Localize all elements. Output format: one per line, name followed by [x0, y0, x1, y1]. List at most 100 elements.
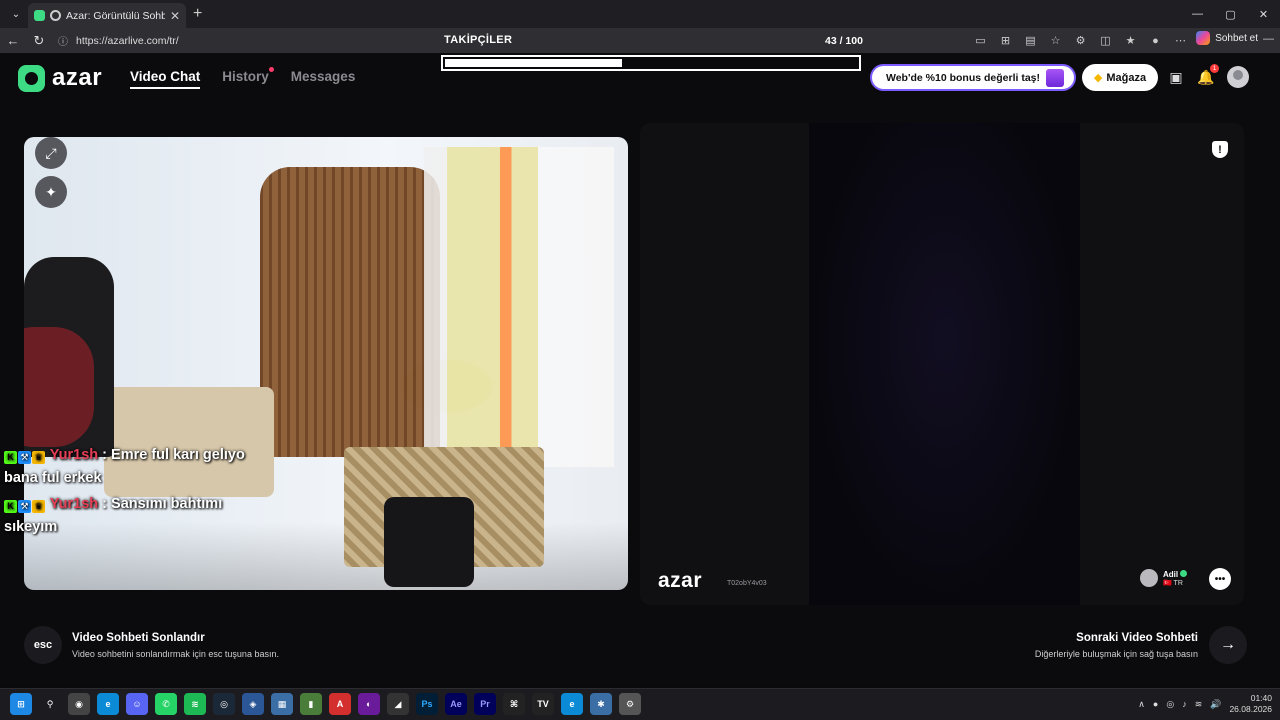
reading-view-icon[interactable]: ▤ — [1021, 31, 1040, 50]
whatsapp-icon[interactable]: ✆ — [155, 693, 177, 715]
edge-icon[interactable]: e — [97, 693, 119, 715]
network-app-icon[interactable]: ✱ — [590, 693, 612, 715]
tab-list-button[interactable]: ⌄ — [4, 4, 28, 24]
volume-icon[interactable]: 🔊 — [1210, 699, 1221, 710]
url-field[interactable]: ⓘ https://azarlive.com/tr/ — [50, 31, 430, 50]
gift-icon — [1046, 69, 1064, 87]
copilot-icon — [1196, 31, 1211, 45]
profile-icon[interactable]: ● — [1146, 31, 1165, 50]
tray-app-icon[interactable]: ● — [1153, 699, 1158, 709]
maximize-button[interactable]: ▢ — [1214, 0, 1247, 28]
more-options-icon[interactable]: ⋯ — [1171, 31, 1190, 50]
browser-tab-bar: ⌄ Azar: Görüntülü Sohbet & Yen ✕ + — ▢ ✕ — [0, 0, 1280, 28]
tradingview-icon[interactable]: TV — [532, 693, 554, 715]
peer-name: Adil — [1163, 569, 1179, 579]
premiere-icon[interactable]: Pr — [474, 693, 496, 715]
bonus-promo-button[interactable]: Web'de %10 bonus değerli taş! — [870, 64, 1076, 91]
followers-progress-bar — [441, 55, 861, 71]
obs-icon[interactable]: ◉ — [68, 693, 90, 715]
close-window-button[interactable]: ✕ — [1247, 0, 1280, 28]
photoshop-icon[interactable]: Ps — [416, 693, 438, 715]
nav-messages[interactable]: Messages — [291, 69, 356, 89]
after-effects-icon[interactable]: Ae — [445, 693, 467, 715]
extensions-icon[interactable]: ⚙ — [1071, 31, 1090, 50]
media-icon[interactable]: ◐ — [358, 693, 380, 715]
copilot-button[interactable]: Sohbet et — [1196, 31, 1258, 45]
search-icon[interactable]: ⚲ — [39, 693, 61, 715]
nav-history-label: History — [222, 69, 269, 84]
url-text: https://azarlive.com/tr/ — [76, 34, 179, 47]
address-bar-icons: ▭ ⊞ ▤ ☆ ⚙ ◫ ★ ● ⋯ — [971, 31, 1190, 50]
verified-icon — [1180, 569, 1188, 577]
gem-icon: ◆ — [1093, 72, 1103, 84]
video-scene-clothes-rack — [424, 147, 614, 467]
clock-time: 01:40 — [1250, 693, 1272, 703]
crown-badge-icon: ♛ — [32, 500, 45, 513]
camera-icon[interactable]: ▭ — [971, 31, 990, 50]
nav-video-chat[interactable]: Video Chat — [130, 69, 201, 89]
peer-info[interactable]: Adil 🇹🇷 TR — [1140, 569, 1188, 587]
microphone-icon[interactable]: ♪ — [1182, 699, 1187, 709]
end-chat-esc-button[interactable]: esc — [24, 626, 62, 664]
tray-steam-icon[interactable]: ◎ — [1166, 699, 1174, 710]
app-icon[interactable]: ◈ — [242, 693, 264, 715]
recording-indicator-icon — [50, 10, 61, 21]
wifi-icon[interactable]: ≋ — [1195, 699, 1203, 710]
kick-badge-icon: K — [4, 500, 17, 513]
capcut-icon[interactable]: ⌘ — [503, 693, 525, 715]
shop-button[interactable]: ◆ Mağaza — [1082, 64, 1158, 91]
next-chat-arrow-button[interactable]: → — [1209, 626, 1247, 664]
azar-logo-icon — [18, 64, 45, 92]
favorites-icon[interactable]: ★ — [1121, 31, 1140, 50]
copilot-label: Sohbet et — [1215, 32, 1258, 44]
files-icon[interactable]: ▮ — [300, 693, 322, 715]
taskbar-apps: ⊞ ⚲ ◉ e ☺ ✆ ≋ ◎ ◈ ▦ ▮ A ◐ ◢ Ps Ae Pr ⌘ T… — [10, 693, 641, 715]
notification-badge: 1 — [1210, 64, 1219, 73]
system-tray: ∧ ● ◎ ♪ ≋ 🔊 01:40 26.08.2026 — [1138, 693, 1272, 715]
tray-chevron-icon[interactable]: ∧ — [1138, 699, 1145, 710]
spotify-icon[interactable]: ≋ — [184, 693, 206, 715]
clock-date: 26.08.2026 — [1229, 704, 1272, 714]
site-info-icon[interactable]: ⓘ — [58, 33, 68, 48]
favorite-star-icon[interactable]: ☆ — [1046, 31, 1065, 50]
back-button[interactable]: ← — [0, 30, 26, 52]
tab-title: Azar: Görüntülü Sohbet & Yen — [66, 9, 165, 22]
followers-goal-title: TAKİPÇİLER — [444, 34, 513, 46]
browser-tab-active[interactable]: Azar: Görüntülü Sohbet & Yen ✕ — [28, 3, 186, 28]
split-screen-icon[interactable]: ◫ — [1096, 31, 1115, 50]
minimize-button[interactable]: — — [1181, 0, 1214, 28]
reload-button[interactable]: ↻ — [26, 30, 52, 52]
moderator-badge-icon: ⚒ — [18, 451, 31, 464]
acrobat-icon[interactable]: A — [329, 693, 351, 715]
beauty-effects-icon[interactable]: ✦ — [35, 176, 67, 208]
next-chat-hint: Diğerleriyle buluşmak için sağ tuşa bası… — [1034, 649, 1198, 659]
calculator-icon[interactable]: ▦ — [271, 693, 293, 715]
window-controls: — ▢ ✕ — [1181, 0, 1280, 28]
chat-bubble-icon[interactable]: ••• — [1209, 568, 1231, 590]
steam-icon[interactable]: ◎ — [213, 693, 235, 715]
windows-start-icon[interactable]: ⊞ — [10, 693, 32, 715]
followers-progress-fill — [445, 59, 623, 67]
moderator-badge-icon: ⚒ — [18, 500, 31, 513]
edge-beta-icon[interactable]: e — [561, 693, 583, 715]
close-tab-icon[interactable]: ✕ — [170, 9, 180, 23]
settings-gear-icon[interactable]: ⚙ — [619, 693, 641, 715]
expand-video-icon[interactable]: ⤢ — [35, 137, 67, 169]
chat-message: K ⚒ ♛ Yur1sh : Sansımı bahtımı sıkeyım — [4, 493, 254, 539]
end-chat-title: Video Sohbeti Sonlandır — [72, 632, 205, 644]
discord-icon[interactable]: ☺ — [126, 693, 148, 715]
nav-history[interactable]: History — [222, 67, 274, 89]
user-avatar[interactable] — [1227, 66, 1249, 88]
clock[interactable]: 01:40 26.08.2026 — [1229, 693, 1272, 715]
report-shield-icon[interactable]: ! — [1212, 141, 1228, 158]
new-tab-button[interactable]: + — [193, 5, 202, 23]
azar-logo[interactable]: azar — [18, 64, 102, 92]
inbox-icon[interactable]: ▣ — [1165, 66, 1187, 88]
remote-video-panel — [640, 123, 1244, 605]
notifications-bell-icon[interactable]: 🔔 1 — [1195, 64, 1219, 88]
apps-icon[interactable]: ⊞ — [996, 31, 1015, 50]
azar-app: azar Video Chat History Messages Web'de … — [0, 53, 1280, 686]
fl-studio-icon[interactable]: ◢ — [387, 693, 409, 715]
azar-favicon-icon — [34, 10, 45, 21]
sidebar-toggle-icon[interactable]: — — [1263, 33, 1274, 45]
